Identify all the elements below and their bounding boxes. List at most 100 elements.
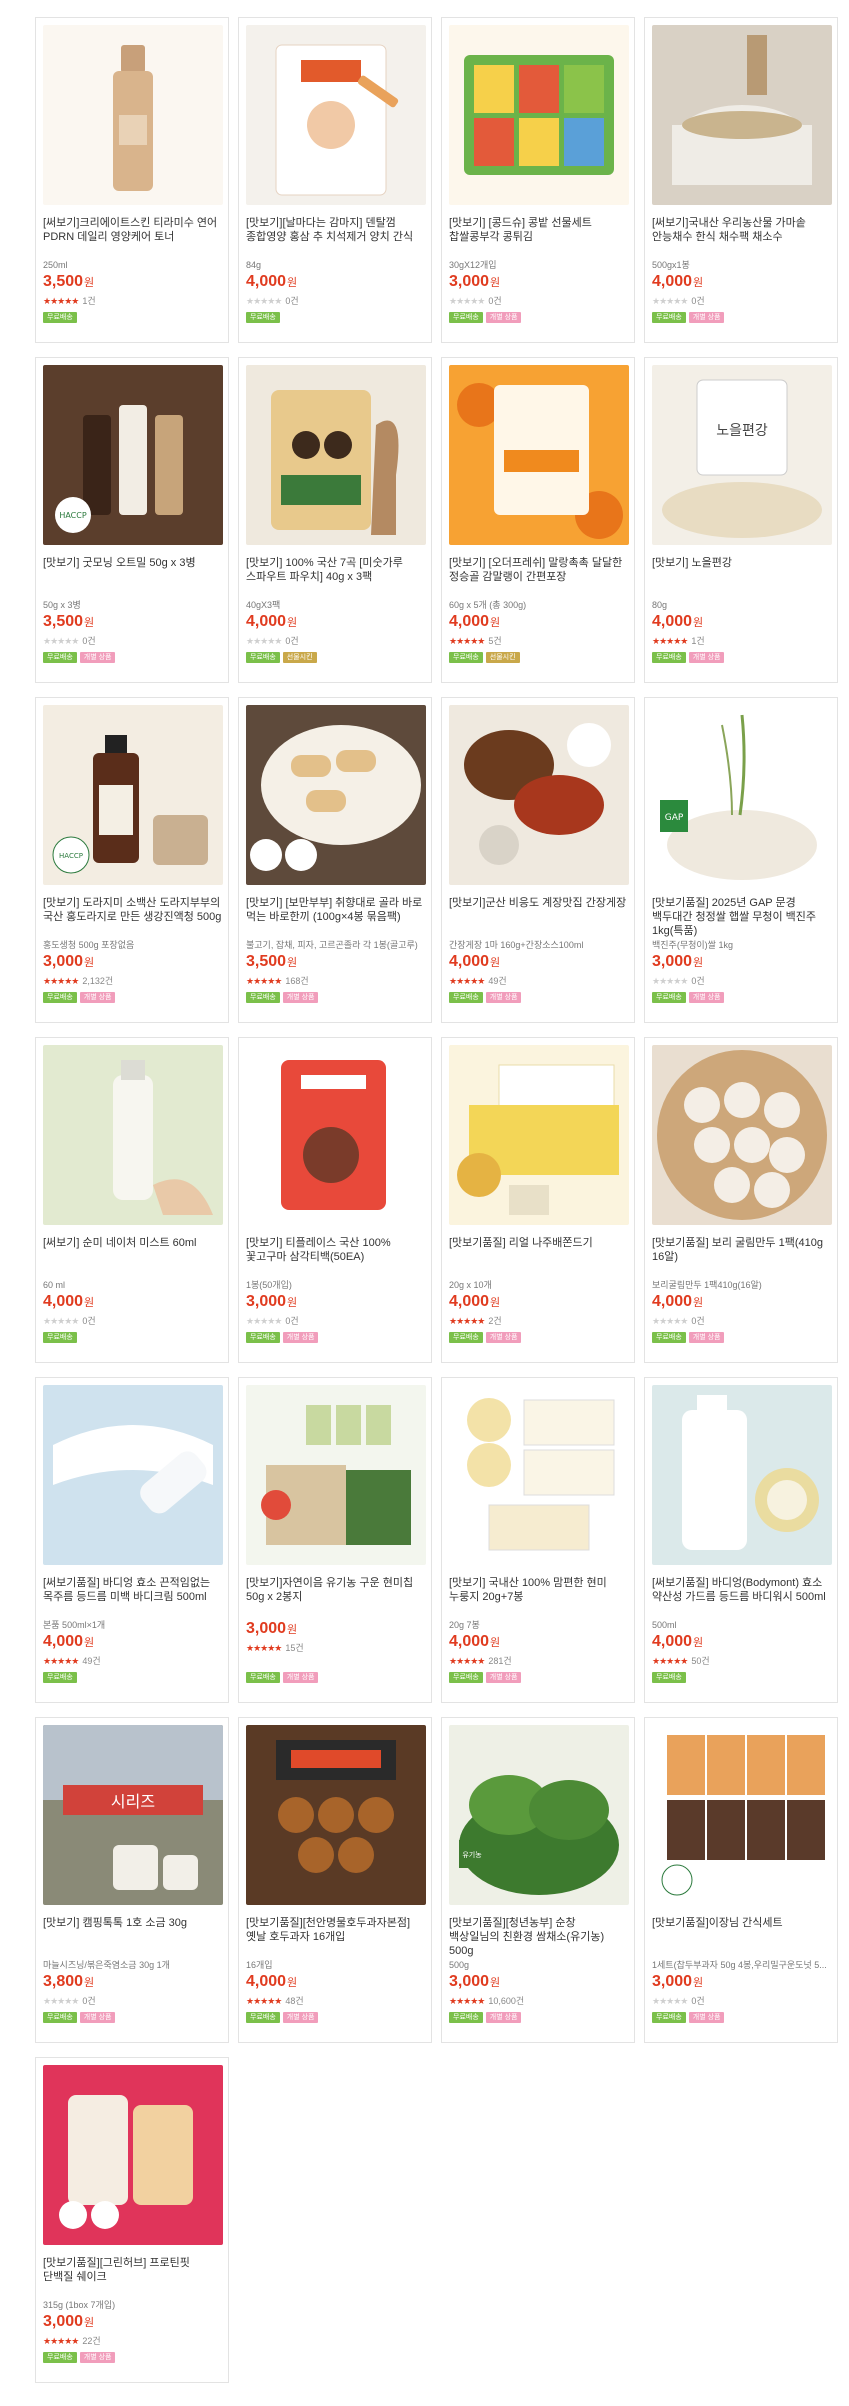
product-rating: ★★★★★ 0건 <box>246 295 299 307</box>
product-name[interactable]: [맛보기품질] 보리 굴림만두 1팩(410g 16알) <box>652 1236 832 1264</box>
ginger-syrup-image[interactable]: HACCP <box>43 705 223 885</box>
walnut-cake-image[interactable] <box>246 1725 426 1905</box>
product-card[interactable]: [맛보기] [콩드슈] 콩밭 선물세트 찹쌀콩부각 콩튀김 30gX12개입 3,0… <box>441 17 635 343</box>
pet-dental-chew-image[interactable] <box>246 25 426 205</box>
product-name[interactable]: [써보기]국내산 우리농산물 가마솥 안능채수 한식 채수팩 채소수 <box>652 216 832 244</box>
review-count: 2건 <box>488 1316 502 1326</box>
toner-bottle-image[interactable] <box>43 25 223 205</box>
product-name[interactable]: [맛보기][날마다는 감마지] 덴탈껌 종합영양 홍삼 추 치석제거 양치 간식 <box>246 216 426 244</box>
product-option: 30gX12개입 <box>449 260 497 270</box>
price-value: 3,000 <box>246 1293 287 1310</box>
pear-snack-box-image[interactable] <box>449 1045 629 1225</box>
star-rating-icon: ★★★★★ <box>43 636 79 646</box>
product-name[interactable]: [맛보기] 국내산 100% 맘편한 현미 누룽지 20g+7봉 <box>449 1576 629 1604</box>
product-name[interactable]: [맛보기] 티플레이스 국산 100% 꽃고구마 삼각티백(50EA) <box>246 1236 426 1264</box>
product-name[interactable]: [맛보기]군산 비응도 계장맛집 간장게장 <box>449 896 629 910</box>
product-name[interactable]: [써보기] 순미 네이처 미스트 60ml <box>43 1236 223 1250</box>
rice-chip-box-image[interactable] <box>246 1385 426 1565</box>
price-value: 4,000 <box>246 613 287 630</box>
product-card[interactable]: 시리즈 [맛보기] 캠핑톡톡 1호 소금 30g 마늘시즈닝/볶은죽염소금 30g … <box>35 1717 229 2043</box>
price-currency: 원 <box>693 617 704 629</box>
oatmeal-bottles-image[interactable]: HACCP <box>43 365 223 545</box>
product-card[interactable]: [써보기]국내산 우리농산물 가마솥 안능채수 한식 채수팩 채소수 500gx1… <box>644 17 838 343</box>
product-name[interactable]: [맛보기]자연이음 유기농 구운 현미칩 50g x 2봉지 <box>246 1576 426 1604</box>
product-rating: ★★★★★ 0건 <box>652 975 705 987</box>
product-card[interactable]: [맛보기품질][그린허브] 프로틴핏 단백질 쉐이크 315g (1box 7개입… <box>35 2057 229 2383</box>
product-name[interactable]: [맛보기] 노을편강 <box>652 556 832 570</box>
product-name[interactable]: [맛보기] 도라지미 소백산 도라지부부의 국산 홍도라지로 만든 생강진액청 … <box>43 896 223 924</box>
product-card[interactable]: [맛보기]군산 비응도 계장맛집 간장게장 간장게장 1마 160g+간장소스10… <box>441 697 635 1023</box>
product-name[interactable]: [써보기품질] 바디엉 효소 끈적임없는 목주름 등드름 미백 바디크림 500… <box>43 1576 223 1604</box>
product-card[interactable]: [맛보기] [보만부부] 취향대로 골라 바로 먹는 바로한끼 (100g×4봉… <box>238 697 432 1023</box>
soy-crab-image[interactable] <box>449 705 629 885</box>
badge-list: 무료배송 개별 상품 <box>652 1332 725 1343</box>
review-count: 49건 <box>488 976 507 986</box>
product-price: 4,000원 <box>449 952 500 973</box>
product-card[interactable]: GAP [맛보기품질] 2025년 GAP 문경 백두대간 청정쌀 햅쌀 무청이 … <box>644 697 838 1023</box>
product-name[interactable]: [맛보기품질] 2025년 GAP 문경 백두대간 청정쌀 햅쌀 무청이 백진주… <box>652 896 832 938</box>
product-card[interactable]: [써보기]크리에이트스킨 티라미수 연어 PDRN 데일리 영양케어 토너 250… <box>35 17 229 343</box>
product-name[interactable]: [맛보기] 100% 국산 7곡 [미숫가루 스파우트 파우치] 40g x 3… <box>246 556 426 584</box>
unit-item-badge: 개별 상품 <box>79 652 116 663</box>
tea-bag-pouch-image[interactable] <box>246 1045 426 1225</box>
product-name[interactable]: [맛보기품질]이장님 간식세트 <box>652 1916 832 1930</box>
product-card[interactable]: [써보기품질] 바디엉 효소 끈적임없는 목주름 등드름 미백 바디크림 500… <box>35 1377 229 1703</box>
price-currency: 원 <box>693 1977 704 1989</box>
product-name[interactable]: [맛보기] 굿모닝 오트밀 50g x 3병 <box>43 556 223 570</box>
product-name[interactable]: [맛보기] [보만부부] 취향대로 골라 바로 먹는 바로한끼 (100g×4봉… <box>246 896 426 924</box>
dumpling-plate-image[interactable] <box>246 705 426 885</box>
price-currency: 원 <box>84 1297 95 1309</box>
product-card[interactable]: 노을편강 [맛보기] 노을편강 80g 4,000원 ★★★★★ 1건 무료배송 개별 상품 <box>644 357 838 683</box>
product-card[interactable]: [맛보기] 100% 국산 7곡 [미숫가루 스파우트 파우치] 40g x 3… <box>238 357 432 683</box>
product-name[interactable]: [맛보기] 캠핑톡톡 1호 소금 30g <box>43 1916 223 1930</box>
badge-list: 무료배송 개별 상품 <box>449 992 522 1003</box>
rice-grain-image[interactable]: GAP <box>652 705 832 885</box>
badge-list: 무료배송 <box>652 1672 686 1683</box>
product-card[interactable]: [맛보기] [오더프레쉬] 말랑촉촉 달달한 정승골 감말랭이 간편포장 60g … <box>441 357 635 683</box>
product-card[interactable]: [맛보기] 국내산 100% 맘편한 현미 누룽지 20g+7봉 20g 7봉 4,… <box>441 1377 635 1703</box>
product-name[interactable]: [맛보기] [콩드슈] 콩밭 선물세트 찹쌀콩부각 콩튀김 <box>449 216 629 244</box>
snack-bags-image[interactable] <box>652 1725 832 1905</box>
product-card[interactable]: [맛보기][날마다는 감마지] 덴탈껌 종합영양 홍삼 추 치석제거 양치 간식… <box>238 17 432 343</box>
product-card[interactable]: [써보기] 순미 네이처 미스트 60ml 60 ml 4,000원 ★★★★★ 0건 무… <box>35 1037 229 1363</box>
nurungji-pack-image[interactable] <box>449 1385 629 1565</box>
body-cream-image[interactable] <box>43 1385 223 1565</box>
product-card[interactable]: HACCP [맛보기] 굿모닝 오트밀 50g x 3병 50g x 3병 3,500… <box>35 357 229 683</box>
badge-list: 무료배송 개별 상품 <box>43 992 116 1003</box>
product-name[interactable]: [맛보기품질][청년농부] 순창 백상일님의 친환경 쌈채소(유기농) 500g <box>449 1916 629 1958</box>
price-value: 3,000 <box>449 1973 490 1990</box>
product-card[interactable]: [맛보기품질] 보리 굴림만두 1팩(410g 16알) 보리굴림만두 1팩410… <box>644 1037 838 1363</box>
product-card[interactable]: [써보기품질] 바디엉(Bodymont) 효소 약산성 가드름 등드름 바디워… <box>644 1377 838 1703</box>
mist-spray-image[interactable] <box>43 1045 223 1225</box>
protein-shake-image[interactable] <box>43 2065 223 2245</box>
product-card[interactable]: 유기농 [맛보기품질][청년농부] 순창 백상일님의 친환경 쌈채소(유기농) 5… <box>441 1717 635 2043</box>
product-card[interactable]: [맛보기품질] 리얼 나주배쫀드기 20g x 10개 4,000원 ★★★★★ 2건 무… <box>441 1037 635 1363</box>
product-rating: ★★★★★ 281건 <box>449 1655 512 1667</box>
product-name[interactable]: [맛보기품질] 리얼 나주배쫀드기 <box>449 1236 629 1250</box>
product-option: 20g 7봉 <box>449 1620 480 1630</box>
snack-gift-set-image[interactable] <box>449 25 629 205</box>
product-card[interactable]: [맛보기품질][천안명물호두과자본점] 옛날 호두과자 16개입 16개입 4,00… <box>238 1717 432 2043</box>
product-name[interactable]: [맛보기품질][그린허브] 프로틴핏 단백질 쉐이크 <box>43 2256 223 2284</box>
product-name[interactable]: [써보기품질] 바디엉(Bodymont) 효소 약산성 가드름 등드름 바디워… <box>652 1576 832 1604</box>
product-name[interactable]: [맛보기] [오더프레쉬] 말랑촉촉 달달한 정승골 감말랭이 간편포장 <box>449 556 629 584</box>
ginger-candy-image[interactable]: 노을편강 <box>652 365 832 545</box>
misutgaru-pouch-image[interactable] <box>246 365 426 545</box>
product-card[interactable]: [맛보기]자연이음 유기농 구운 현미칩 50g x 2봉지 3,000원 ★★★★… <box>238 1377 432 1703</box>
leafy-greens-image[interactable]: 유기농 <box>449 1725 629 1905</box>
body-wash-image[interactable] <box>652 1385 832 1565</box>
unit-item-badge: 개별 상품 <box>79 2012 116 2023</box>
product-price: 4,000원 <box>652 612 703 633</box>
star-rating-icon: ★★★★★ <box>449 1656 485 1666</box>
product-card[interactable]: [맛보기] 티플레이스 국산 100% 꽃고구마 삼각티백(50EA) 1봉(50… <box>238 1037 432 1363</box>
badge-list: 무료배송 <box>43 1672 77 1683</box>
product-card[interactable]: [맛보기품질]이장님 간식세트 1세트(찹두부과자 50g 4봉,우리밀구운도넛 … <box>644 1717 838 2043</box>
camping-salt-image[interactable]: 시리즈 <box>43 1725 223 1905</box>
dried-persimmon-image[interactable] <box>449 365 629 545</box>
broth-pot-image[interactable] <box>652 25 832 205</box>
product-name[interactable]: [맛보기품질][천안명물호두과자본점] 옛날 호두과자 16개입 <box>246 1916 426 1944</box>
product-name[interactable]: [써보기]크리에이트스킨 티라미수 연어 PDRN 데일리 영양케어 토너 <box>43 216 223 244</box>
steamed-dumplings-image[interactable] <box>652 1045 832 1225</box>
product-card[interactable]: HACCP [맛보기] 도라지미 소백산 도라지부부의 국산 홍도라지로 만든 생… <box>35 697 229 1023</box>
unit-item-badge: 개별 상품 <box>79 2352 116 2363</box>
